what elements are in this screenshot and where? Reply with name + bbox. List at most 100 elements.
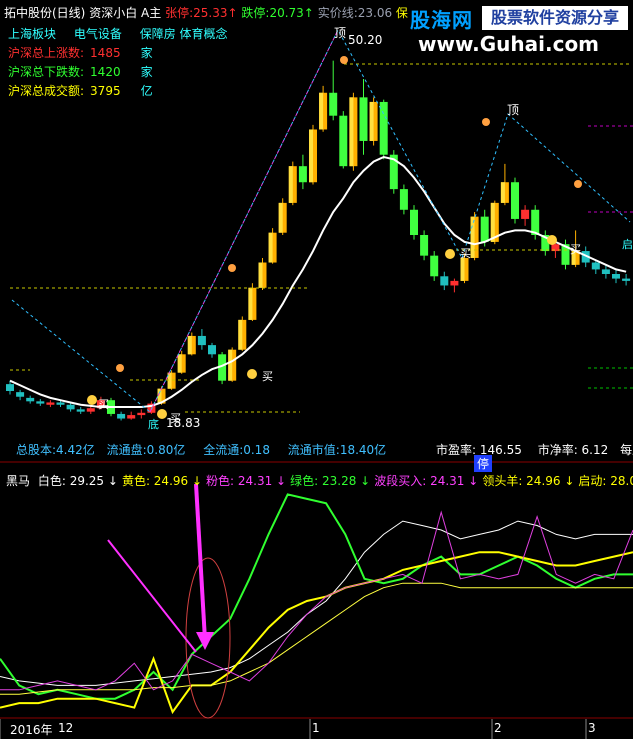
candle-body (511, 182, 519, 219)
market-stat-unit: 家 (140, 65, 153, 79)
indicator-value: 白色: 29.25 ↓ (37, 474, 118, 488)
candle-highlight (228, 349, 233, 381)
market-stat-row: 沪深总上涨数: 1485 家 (8, 44, 153, 61)
market-stat-row: 沪深总下跌数: 1420 家 (8, 63, 153, 80)
chart-grid (0, 461, 633, 739)
indicator-name: 黑马 (6, 474, 31, 488)
top-price: 50.20 (348, 33, 383, 47)
candle (36, 399, 45, 406)
candle-body (430, 255, 439, 277)
candle-body (197, 335, 206, 346)
limit-up-value: 25.33 (193, 6, 228, 20)
start-marker: 启 (622, 238, 633, 251)
buy-marker-4: 买 (460, 247, 471, 260)
candle (288, 161, 297, 206)
candle-body (591, 262, 600, 270)
candle-body (521, 209, 530, 219)
candle (440, 271, 449, 291)
candle-body (76, 409, 85, 412)
market-stat-value: 1485 (90, 46, 121, 60)
candle (511, 177, 519, 224)
candle (399, 184, 408, 215)
indicator-header: 黑马 白色: 29.25 ↓ 黄色: 24.96 ↓ 粉色: 24.31 ↓ 绿色: … (6, 472, 633, 489)
candle-body (86, 408, 95, 412)
concept-tags[interactable]: 保障房 体育概念 (140, 27, 228, 41)
candle-body (601, 269, 610, 274)
pb-ratio: 市净率: 6.12 (537, 443, 609, 457)
time-axis-label: 3 (588, 721, 596, 735)
candle (76, 407, 85, 414)
candle-body (622, 278, 631, 281)
hand-icon (87, 395, 97, 405)
header-trailing: 保 (395, 6, 408, 20)
moving-average-layer (9, 155, 627, 409)
chart-header: 拓中股份(日线) 资深小白 A主 张停:25.33↑ 跌停:20.73↑ 实价线… (4, 6, 408, 20)
candle-body (450, 280, 459, 286)
hand-icon (445, 249, 455, 259)
candle-highlight (460, 257, 465, 281)
time-axis-label: 2016年 (10, 723, 53, 737)
candle-body (339, 115, 348, 167)
candle-body (612, 274, 620, 279)
url-text: www.Guhai.com (418, 32, 600, 56)
candle (500, 163, 509, 206)
candle-body (410, 209, 418, 235)
candle-body (359, 97, 368, 141)
candle-highlight (288, 166, 293, 203)
candle (238, 316, 247, 351)
candle-body (16, 392, 25, 397)
chart-canvas (0, 28, 633, 739)
candle (309, 124, 317, 185)
candle (389, 150, 398, 194)
time-axis-label: 2 (494, 721, 502, 735)
candle (369, 97, 378, 146)
candle-highlight (319, 92, 324, 130)
candle-highlight (248, 287, 253, 320)
candle-body (329, 92, 338, 116)
white-line (0, 520, 633, 686)
candle (278, 198, 287, 235)
brand-text: 股海网 (410, 8, 473, 32)
candle (319, 85, 328, 132)
limit-down-value: 20.73 (269, 6, 304, 20)
candle-highlight (490, 202, 495, 242)
candle (258, 257, 267, 291)
candle-body (26, 397, 35, 402)
candle-body (56, 402, 65, 405)
valuation-bar: 市盈率: 146.55 市净率: 6.12 每股 (436, 441, 633, 458)
market-stat-value: 3795 (90, 84, 121, 98)
candle-highlight (369, 101, 374, 141)
candle (218, 352, 227, 385)
candle (612, 269, 620, 284)
board-link[interactable]: 上海板块 (8, 27, 56, 41)
buy-marker-1: 买 (98, 398, 109, 411)
indicator-layer (0, 483, 633, 719)
candle-body (46, 402, 55, 405)
candle-highlight (309, 129, 313, 183)
candle (420, 230, 429, 261)
time-axis-label: 12 (58, 721, 74, 735)
industry-link[interactable]: 电气设备 (74, 27, 122, 41)
bottom-marker: 底 (148, 418, 159, 431)
candle (470, 212, 479, 261)
candle-highlight (157, 388, 162, 404)
market-stat-unit: 亿 (140, 84, 153, 98)
buy-marker-2: 买 (170, 412, 181, 425)
market-stat-value: 1420 (90, 65, 121, 79)
candle (410, 205, 418, 240)
candle-body (208, 345, 216, 355)
info-bar: 总股本:4.42亿 流通盘:0.80亿 全流通:0.18 流通市值:18.40亿 (16, 441, 386, 458)
candle-body (127, 415, 136, 419)
market-stat-unit: 家 (140, 46, 153, 60)
candle (248, 283, 257, 322)
market-stat-label: 沪深总成交额: (8, 84, 85, 98)
candle (561, 239, 570, 270)
stock-name: 拓中股份(日线) (4, 6, 86, 20)
candle (349, 92, 358, 171)
pointer-arrow-2 (107, 539, 197, 653)
candle (379, 99, 388, 160)
float-value: 流通市值:18.40亿 (287, 443, 387, 457)
slogan-text: 股票软件资源分享 (482, 6, 628, 30)
candle (268, 228, 277, 264)
runner-icon (228, 264, 236, 272)
